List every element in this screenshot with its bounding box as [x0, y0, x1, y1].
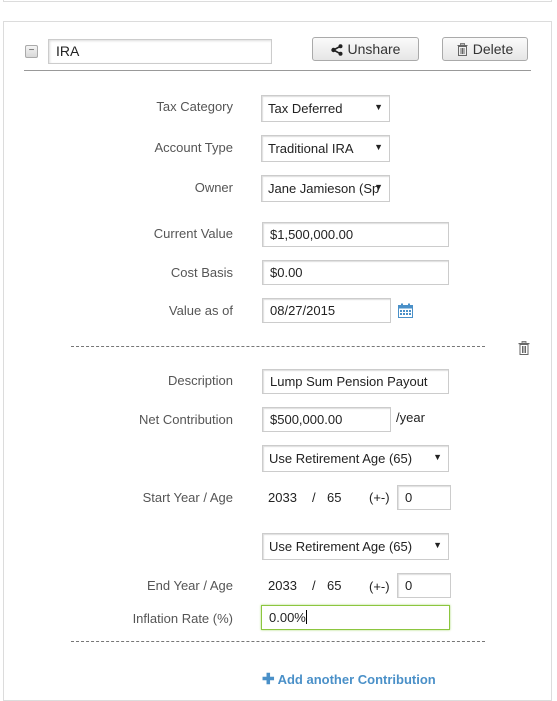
account-type-select[interactable]: Traditional IRA ▼	[261, 135, 390, 162]
account-name-input[interactable]: IRA	[48, 39, 272, 64]
tax-category-value: Tax Deferred	[268, 101, 343, 116]
chevron-down-icon: ▼	[374, 102, 383, 112]
cost-basis-value: $0.00	[270, 265, 303, 280]
text-cursor	[305, 610, 307, 624]
unshare-label: Unshare	[347, 41, 401, 57]
end-separator: /	[312, 578, 316, 593]
inflation-rate-value: 0.00%	[269, 610, 306, 625]
start-year: 2033	[268, 490, 297, 505]
start-offset-label: (+-)	[369, 490, 390, 505]
start-separator: /	[312, 490, 316, 505]
delete-label: Delete	[472, 41, 514, 57]
end-offset-label: (+-)	[369, 579, 390, 594]
end-age-select[interactable]: Use Retirement Age (65) ▼	[262, 533, 449, 560]
collapse-button[interactable]: −	[25, 45, 38, 58]
tax-category-label: Tax Category	[156, 99, 233, 114]
tax-category-select[interactable]: Tax Deferred ▼	[261, 95, 390, 122]
value-as-of-input[interactable]: 08/27/2015	[262, 298, 391, 323]
end-age-select-value: Use Retirement Age (65)	[269, 539, 413, 554]
end-offset-value: 0	[405, 578, 413, 593]
owner-label: Owner	[194, 180, 233, 195]
end-year: 2033	[268, 578, 297, 593]
inflation-rate-label: Inflation Rate (%)	[132, 611, 233, 626]
start-age-select[interactable]: Use Retirement Age (65) ▼	[262, 445, 449, 472]
current-value-input[interactable]: $1,500,000.00	[262, 222, 449, 247]
value-as-of-value: 08/27/2015	[270, 303, 336, 318]
chevron-down-icon: ▼	[374, 182, 383, 192]
net-contribution-value: $500,000.00	[270, 412, 343, 427]
owner-value: Jane Jamieson (Sp	[268, 181, 380, 196]
end-offset-input[interactable]: 0	[397, 573, 451, 598]
value-as-of-label: Value as of	[168, 303, 233, 318]
add-contribution-label: Add another Contribution	[277, 672, 436, 687]
unshare-button[interactable]: Unshare	[312, 37, 419, 61]
inflation-rate-input[interactable]: 0.00%	[261, 605, 450, 630]
owner-select[interactable]: Jane Jamieson (Sp ▼	[261, 175, 390, 202]
chevron-down-icon: ▼	[433, 452, 442, 462]
description-label: Description	[167, 373, 233, 388]
remove-contribution-trash-icon[interactable]	[518, 341, 530, 358]
net-contribution-input[interactable]: $500,000.00	[262, 407, 391, 432]
current-value-value: $1,500,000.00	[270, 227, 354, 242]
minus-icon: −	[28, 45, 35, 56]
cost-basis-label: Cost Basis	[170, 265, 233, 280]
description-value: Lump Sum Pension Payout	[270, 374, 428, 389]
start-offset-input[interactable]: 0	[397, 485, 451, 510]
section-divider-bottom	[71, 641, 485, 642]
account-name-value: IRA	[56, 43, 80, 59]
plus-icon: ✚	[262, 671, 275, 688]
per-year-suffix: /year	[396, 410, 425, 425]
header-divider	[24, 70, 531, 71]
net-contribution-label: Net Contribution	[139, 412, 233, 427]
start-year-age-label: Start Year / Age	[142, 490, 233, 505]
end-age: 65	[327, 578, 342, 593]
previous-panel-edge	[3, 0, 552, 2]
section-divider	[71, 346, 485, 347]
account-type-value: Traditional IRA	[268, 141, 354, 156]
description-input[interactable]: Lump Sum Pension Payout	[262, 369, 449, 394]
start-age-select-value: Use Retirement Age (65)	[269, 451, 413, 466]
delete-button[interactable]: Delete	[442, 37, 528, 61]
share-icon	[330, 40, 343, 62]
start-age: 65	[327, 490, 342, 505]
add-contribution-link[interactable]: ✚ Add another Contribution	[262, 670, 436, 688]
end-year-age-label: End Year / Age	[146, 578, 233, 593]
account-type-label: Account Type	[154, 140, 233, 155]
chevron-down-icon: ▼	[433, 540, 442, 550]
start-offset-value: 0	[405, 490, 413, 505]
current-value-label: Current Value	[153, 226, 233, 241]
calendar-icon[interactable]	[398, 303, 413, 321]
cost-basis-input[interactable]: $0.00	[262, 260, 449, 285]
trash-icon	[457, 40, 468, 62]
account-panel	[3, 21, 552, 701]
chevron-down-icon: ▼	[374, 142, 383, 152]
